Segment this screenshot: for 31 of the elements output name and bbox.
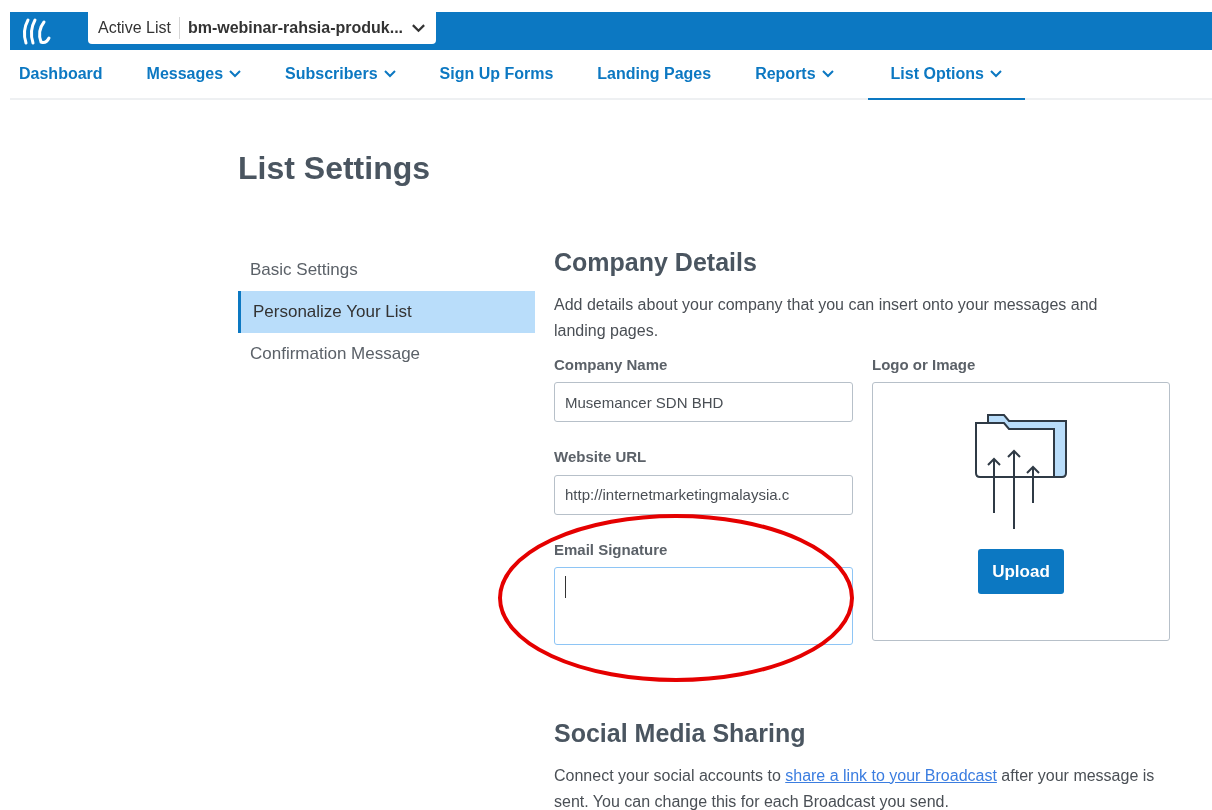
- chevron-down-icon: [411, 23, 427, 33]
- page-title: List Settings: [238, 149, 431, 188]
- nav-tab[interactable]: Messages: [136, 50, 252, 100]
- broadcast-link[interactable]: share a link to your Broadcast: [785, 766, 997, 784]
- section-heading: Company Details: [554, 247, 758, 278]
- section-description: Add details about your company that you can insert onto your messages and landing pages.: [554, 294, 1099, 341]
- field-label: Logo or Image: [872, 354, 977, 375]
- nav-tab[interactable]: List Options: [867, 50, 1025, 100]
- nav-tab[interactable]: Subscribers: [275, 50, 406, 100]
- field-label: Company Name: [554, 354, 669, 375]
- text-cursor: [565, 576, 566, 598]
- nav-tab[interactable]: Landing Pages: [587, 50, 722, 100]
- signature-field[interactable]: [554, 567, 853, 645]
- text-field[interactable]: Musemancer SDN BHD: [554, 382, 853, 422]
- text-field[interactable]: http://internetmarketingmalaysia.c: [554, 474, 853, 515]
- upload-button[interactable]: Upload: [978, 549, 1064, 594]
- logo-icon: [20, 16, 52, 46]
- list-selector[interactable]: Active List bm-webinar-rahsia-produk...: [88, 12, 437, 44]
- folder-upload-icon: [974, 413, 1068, 531]
- sidebar-item[interactable]: Confirmation Message: [238, 333, 535, 375]
- sidebar-item[interactable]: Personalize Your List: [238, 291, 535, 333]
- field-label: Website URL: [554, 447, 648, 467]
- section-description: Connect your social accounts to share a link to your Broadcast after your message is sent. You can change this for each Broadcast you send.: [554, 765, 1156, 810]
- section-heading: Social Media Sharing: [554, 718, 807, 749]
- nav-tab[interactable]: Dashboard: [10, 50, 113, 100]
- nav-tab[interactable]: Sign Up Forms: [429, 50, 564, 100]
- list-name: bm-webinar-rahsia-produk...: [187, 18, 404, 38]
- sidebar-item[interactable]: Basic Settings: [238, 249, 535, 291]
- list-label: Active List: [98, 18, 171, 38]
- field-label: Email Signature: [554, 539, 669, 560]
- nav-tab[interactable]: Reports: [745, 50, 844, 100]
